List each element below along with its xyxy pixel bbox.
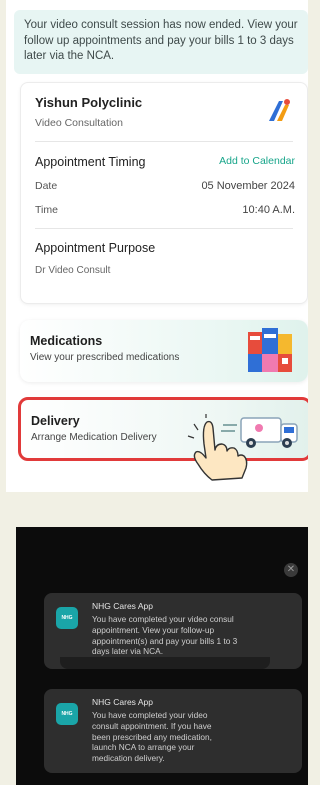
notification-message: You have completed your video consul app…: [92, 614, 238, 657]
divider: [35, 141, 293, 142]
appointment-card: Yishun Polyclinic Video Consultation App…: [20, 82, 308, 304]
date-label: Date: [35, 180, 58, 192]
notifications-screen: ✕ NHG CARES NHG Cares App You have compl…: [16, 527, 308, 785]
appointment-screen: Your video consult session has now ended…: [6, 0, 308, 492]
notification-card[interactable]: NHG CARES NHG Cares App You have complet…: [44, 689, 302, 773]
notification-app-name: NHG Cares App: [92, 697, 153, 707]
polyclinic-logo-icon: [269, 99, 290, 121]
notification-app-name: NHG Cares App: [92, 601, 153, 611]
medications-title: Medications: [30, 334, 103, 348]
time-label: Time: [35, 204, 58, 216]
notification-stack-shadow: [60, 657, 270, 669]
notification-message: You have completed your video consult ap…: [92, 710, 212, 764]
purpose-title: Appointment Purpose: [35, 241, 156, 255]
medications-card[interactable]: Medications View your prescribed medicat…: [20, 320, 308, 382]
timing-title: Appointment Timing: [35, 155, 146, 169]
medications-subtitle: View your prescribed medications: [30, 352, 180, 363]
session-ended-notice: Your video consult session has now ended…: [14, 10, 308, 74]
divider: [35, 228, 293, 229]
nhg-cares-app-icon: NHG CARES: [56, 607, 78, 629]
purpose-value: Dr Video Consult: [35, 265, 111, 276]
delivery-title: Delivery: [31, 414, 80, 428]
tap-hand-icon: [187, 414, 248, 481]
close-icon[interactable]: ✕: [284, 563, 298, 577]
add-to-calendar-link[interactable]: Add to Calendar: [219, 155, 295, 167]
delivery-subtitle: Arrange Medication Delivery: [31, 432, 157, 443]
nhg-cares-app-icon: NHG CARES: [56, 703, 78, 725]
consult-type: Video Consultation: [35, 117, 123, 129]
time-value: 10:40 A.M.: [242, 204, 295, 216]
medicine-boxes-icon: [248, 328, 292, 372]
date-value: 05 November 2024: [201, 180, 295, 192]
notice-text: Your video consult session has now ended…: [24, 19, 298, 63]
clinic-name: Yishun Polyclinic: [35, 95, 143, 110]
delivery-card[interactable]: Delivery Arrange Medication Delivery: [18, 397, 308, 461]
